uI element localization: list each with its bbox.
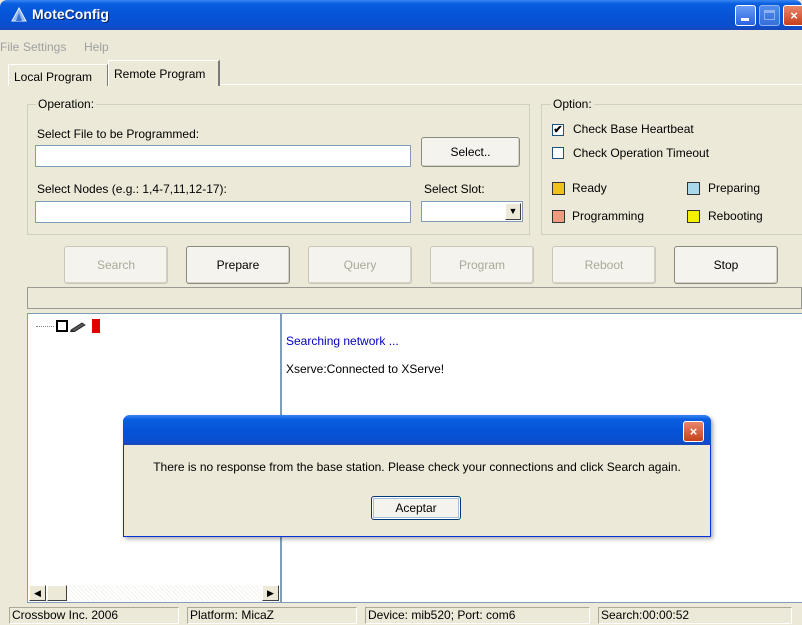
dialog-close-button[interactable]: ×: [683, 421, 704, 442]
tree-connector-line: [36, 326, 54, 327]
close-button[interactable]: ×: [783, 5, 802, 26]
legend-label-ready: Ready: [572, 181, 607, 195]
legend-label-rebooting: Rebooting: [708, 209, 763, 223]
legend-label-programming: Programming: [572, 209, 645, 223]
slot-label: Select Slot:: [424, 182, 485, 196]
close-icon: ×: [689, 424, 698, 439]
status-bar: Crossbow Inc. 2006 Platform: MicaZ Devic…: [0, 606, 802, 625]
status-platform: Platform: MicaZ: [187, 607, 357, 624]
legend-swatch-ready: [552, 182, 565, 195]
legend-label-preparing: Preparing: [708, 181, 761, 195]
file-label: Select File to be Programmed:: [37, 127, 200, 141]
tree-horizontal-scrollbar[interactable]: ◀ ▶: [29, 585, 279, 601]
node-status-indicator-icon: [92, 319, 100, 333]
nodes-input[interactable]: [35, 201, 411, 223]
scroll-left-icon[interactable]: ◀: [29, 585, 46, 601]
close-icon: ×: [790, 8, 798, 23]
status-device: Device: mib520; Port: com6: [365, 607, 590, 624]
menu-settings[interactable]: Settings: [23, 40, 66, 54]
menu-help[interactable]: Help: [84, 40, 109, 54]
tab-local-program[interactable]: Local Program: [8, 64, 108, 86]
maximize-icon: [764, 10, 775, 20]
query-button[interactable]: Query: [308, 246, 412, 284]
scroll-right-icon[interactable]: ▶: [262, 585, 279, 601]
dialog-ok-button[interactable]: Aceptar: [371, 496, 461, 520]
prepare-button[interactable]: Prepare: [186, 246, 290, 284]
node-checkbox[interactable]: [56, 320, 68, 332]
log-line: Searching network ...: [286, 334, 399, 348]
log-line: Xserve:Connected to XServe!: [286, 362, 445, 376]
check-operation-timeout-label: Check Operation Timeout: [573, 146, 710, 160]
stop-button[interactable]: Stop: [674, 246, 778, 284]
app-icon: [11, 7, 27, 22]
minimize-icon: [741, 18, 749, 21]
scroll-thumb[interactable]: [47, 585, 67, 601]
check-operation-timeout-checkbox[interactable]: [552, 147, 564, 159]
minimize-button[interactable]: [735, 5, 756, 26]
chevron-down-icon[interactable]: ▼: [505, 203, 521, 220]
legend-swatch-programming: [552, 210, 565, 223]
menu-file[interactable]: File: [0, 40, 19, 54]
option-group-title: Option:: [551, 97, 594, 111]
error-dialog: × There is no response from the base sta…: [123, 415, 711, 537]
search-button[interactable]: Search: [64, 246, 168, 284]
reboot-button[interactable]: Reboot: [552, 246, 656, 284]
operation-group-title: Operation:: [36, 97, 97, 111]
progress-bar: [27, 287, 802, 309]
tab-remote-program[interactable]: Remote Program: [108, 60, 220, 86]
mote-device-icon: [70, 322, 86, 332]
nodes-label: Select Nodes (e.g.: 1,4-7,11,12-17):: [37, 182, 227, 196]
window-title: MoteConfig: [32, 6, 109, 22]
status-company: Crossbow Inc. 2006: [9, 607, 179, 624]
file-input[interactable]: [35, 145, 411, 167]
title-bar[interactable]: MoteConfig ×: [0, 0, 802, 30]
dialog-title-bar[interactable]: [123, 415, 711, 445]
program-button[interactable]: Program: [430, 246, 534, 284]
select-file-button[interactable]: Select..: [421, 137, 520, 167]
slot-select[interactable]: ▼: [421, 201, 523, 222]
check-base-heartbeat-checkbox[interactable]: ✔: [552, 124, 564, 136]
status-search-time: Search:00:00:52: [598, 607, 792, 624]
moteconfig-window: MoteConfig × File Settings Help Local Pr…: [0, 0, 802, 625]
dialog-message: There is no response from the base stati…: [153, 460, 681, 474]
maximize-button: [759, 5, 780, 26]
check-base-heartbeat-label: Check Base Heartbeat: [573, 122, 694, 136]
legend-swatch-preparing: [687, 182, 700, 195]
legend-swatch-rebooting: [687, 210, 700, 223]
